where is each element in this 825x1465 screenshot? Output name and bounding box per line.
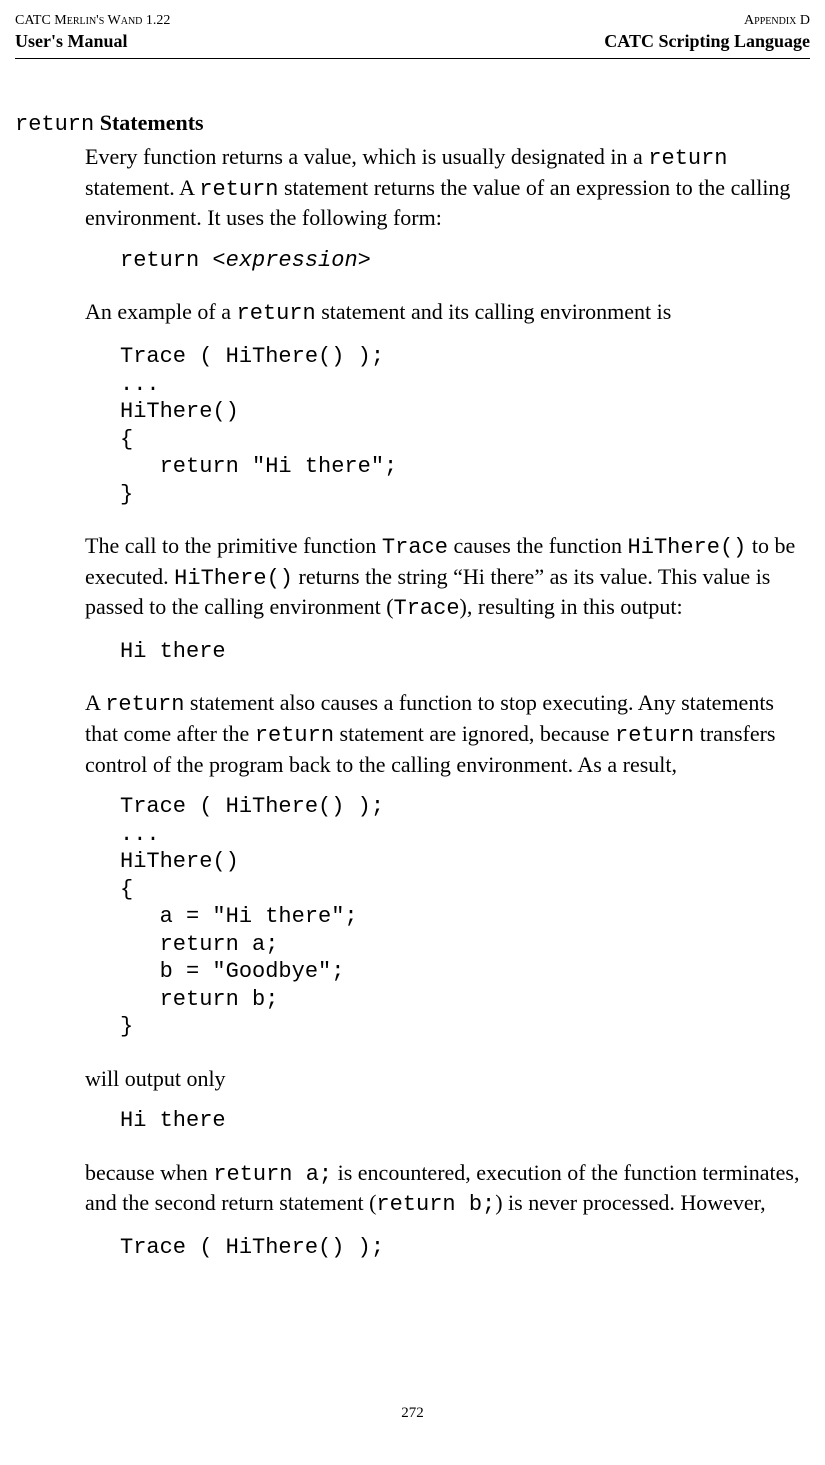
- p3-code4: Trace: [394, 596, 460, 621]
- code-block-output1: Hi there: [120, 638, 810, 666]
- header-row-top: CATC Merlin's Wand 1.22 Appendix D: [15, 12, 810, 30]
- header-product-version: CATC Merlin's Wand 1.22: [15, 12, 170, 30]
- page-header: CATC Merlin's Wand 1.22 Appendix D User'…: [15, 12, 810, 59]
- code-block-example1: Trace ( HiThere() ); ... HiThere() { ret…: [120, 343, 810, 508]
- p6-code2: return b;: [376, 1192, 495, 1217]
- p4-code2: return: [255, 723, 334, 748]
- p3-code3: HiThere(): [174, 566, 293, 591]
- paragraph-4: A return statement also causes a functio…: [85, 689, 805, 779]
- header-appendix: Appendix D: [744, 12, 810, 30]
- p4-code1: return: [105, 692, 184, 717]
- paragraph-5: will output only: [85, 1065, 805, 1094]
- paragraph-1: Every function returns a value, which is…: [85, 143, 805, 233]
- paragraph-2: An example of a return statement and its…: [85, 298, 805, 329]
- section-heading-bold: Statements: [94, 110, 203, 135]
- p1-code2: return: [199, 177, 278, 202]
- p6-text3: ) is never processed. However,: [495, 1190, 765, 1215]
- p1-text1: Every function returns a value, which is…: [85, 144, 648, 169]
- cb1-italic: expression: [226, 248, 358, 273]
- p3-text2: causes the function: [448, 533, 628, 558]
- p3-text5: ), resulting in this output:: [460, 594, 683, 619]
- p4-text3: statement are ignored, because: [334, 721, 615, 746]
- p2-text1: An example of a: [85, 299, 237, 324]
- p3-code2: HiThere(): [628, 535, 747, 560]
- p2-text2: statement and its calling environment is: [316, 299, 672, 324]
- code-block-example2: Trace ( HiThere() ); ... HiThere() { a =…: [120, 793, 810, 1041]
- p1-code1: return: [648, 146, 727, 171]
- p6-code1: return a;: [213, 1162, 332, 1187]
- header-manual-title: User's Manual: [15, 30, 128, 53]
- code-block-output2: Hi there: [120, 1107, 810, 1135]
- p3-text1: The call to the primitive function: [85, 533, 382, 558]
- cb1-part2: >: [358, 248, 371, 273]
- code-block-syntax: return <expression>: [120, 247, 810, 275]
- header-row-bottom: User's Manual CATC Scripting Language: [15, 30, 810, 53]
- code-block-example3: Trace ( HiThere() );: [120, 1234, 810, 1262]
- section-heading: return Statements: [15, 109, 810, 140]
- p1-text2: statement. A: [85, 175, 199, 200]
- p6-text1: because when: [85, 1160, 213, 1185]
- page-number: 272: [15, 1404, 810, 1424]
- header-language-title: CATC Scripting Language: [604, 30, 810, 53]
- p4-code3: return: [615, 723, 694, 748]
- cb1-part1: return <: [120, 248, 226, 273]
- p4-text1: A: [85, 690, 105, 715]
- p2-code1: return: [237, 301, 316, 326]
- p3-code1: Trace: [382, 535, 448, 560]
- section-heading-code: return: [15, 112, 94, 137]
- paragraph-6: because when return a; is encountered, e…: [85, 1159, 805, 1220]
- paragraph-3: The call to the primitive function Trace…: [85, 532, 805, 624]
